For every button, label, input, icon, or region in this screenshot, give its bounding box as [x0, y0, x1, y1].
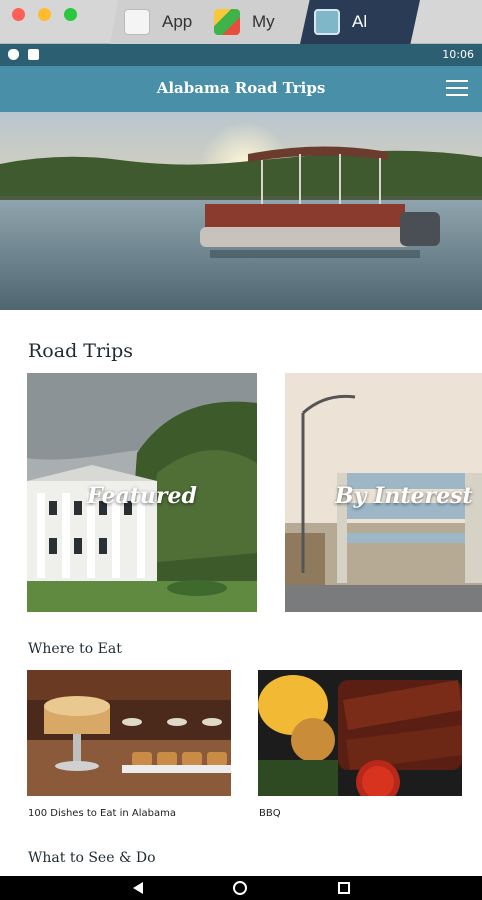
android-status-bar: 10:06 [0, 44, 482, 66]
bluestacks-icon [214, 9, 240, 35]
maximize-window-button[interactable] [64, 8, 77, 21]
tab-alabama-app[interactable]: Al [300, 0, 420, 44]
road-trips-heading: Road Trips [28, 340, 134, 362]
back-icon[interactable] [133, 882, 143, 894]
close-window-button[interactable] [12, 8, 25, 21]
status-time: 10:06 [442, 48, 474, 61]
tab-label: My [252, 12, 275, 31]
dishes-image[interactable] [27, 670, 231, 796]
tab-label: App [162, 12, 193, 31]
app-store-icon [124, 9, 150, 35]
tab-my-games[interactable]: My [200, 0, 310, 44]
alabama-app-icon [314, 9, 340, 35]
app-title: Alabama Road Trips [156, 79, 326, 97]
tab-label: Al [352, 12, 368, 31]
featured-label: Featured [87, 483, 197, 509]
notification-icon [28, 49, 39, 60]
recent-apps-icon[interactable] [338, 882, 350, 894]
bbq-caption[interactable]: BBQ [259, 808, 281, 819]
by-interest-card[interactable]: By Interest [285, 373, 482, 612]
hero-image [0, 112, 482, 310]
what-to-see-heading: What to See & Do [28, 850, 156, 866]
featured-trips-card[interactable]: Featured [27, 373, 257, 612]
window-titlebar: App My Al [0, 0, 482, 44]
tab-app-store[interactable]: App [110, 0, 210, 44]
hamburger-menu-icon[interactable] [446, 80, 468, 98]
by-interest-label: By Interest [335, 483, 473, 509]
where-to-eat-heading: Where to Eat [28, 641, 122, 657]
shield-icon [8, 49, 19, 60]
minimize-window-button[interactable] [38, 8, 51, 21]
dishes-caption[interactable]: 100 Dishes to Eat in Alabama [28, 808, 176, 819]
android-nav-bar [0, 876, 482, 900]
app-header: Alabama Road Trips [0, 66, 482, 112]
home-icon[interactable] [233, 881, 247, 895]
bbq-image[interactable] [258, 670, 462, 796]
